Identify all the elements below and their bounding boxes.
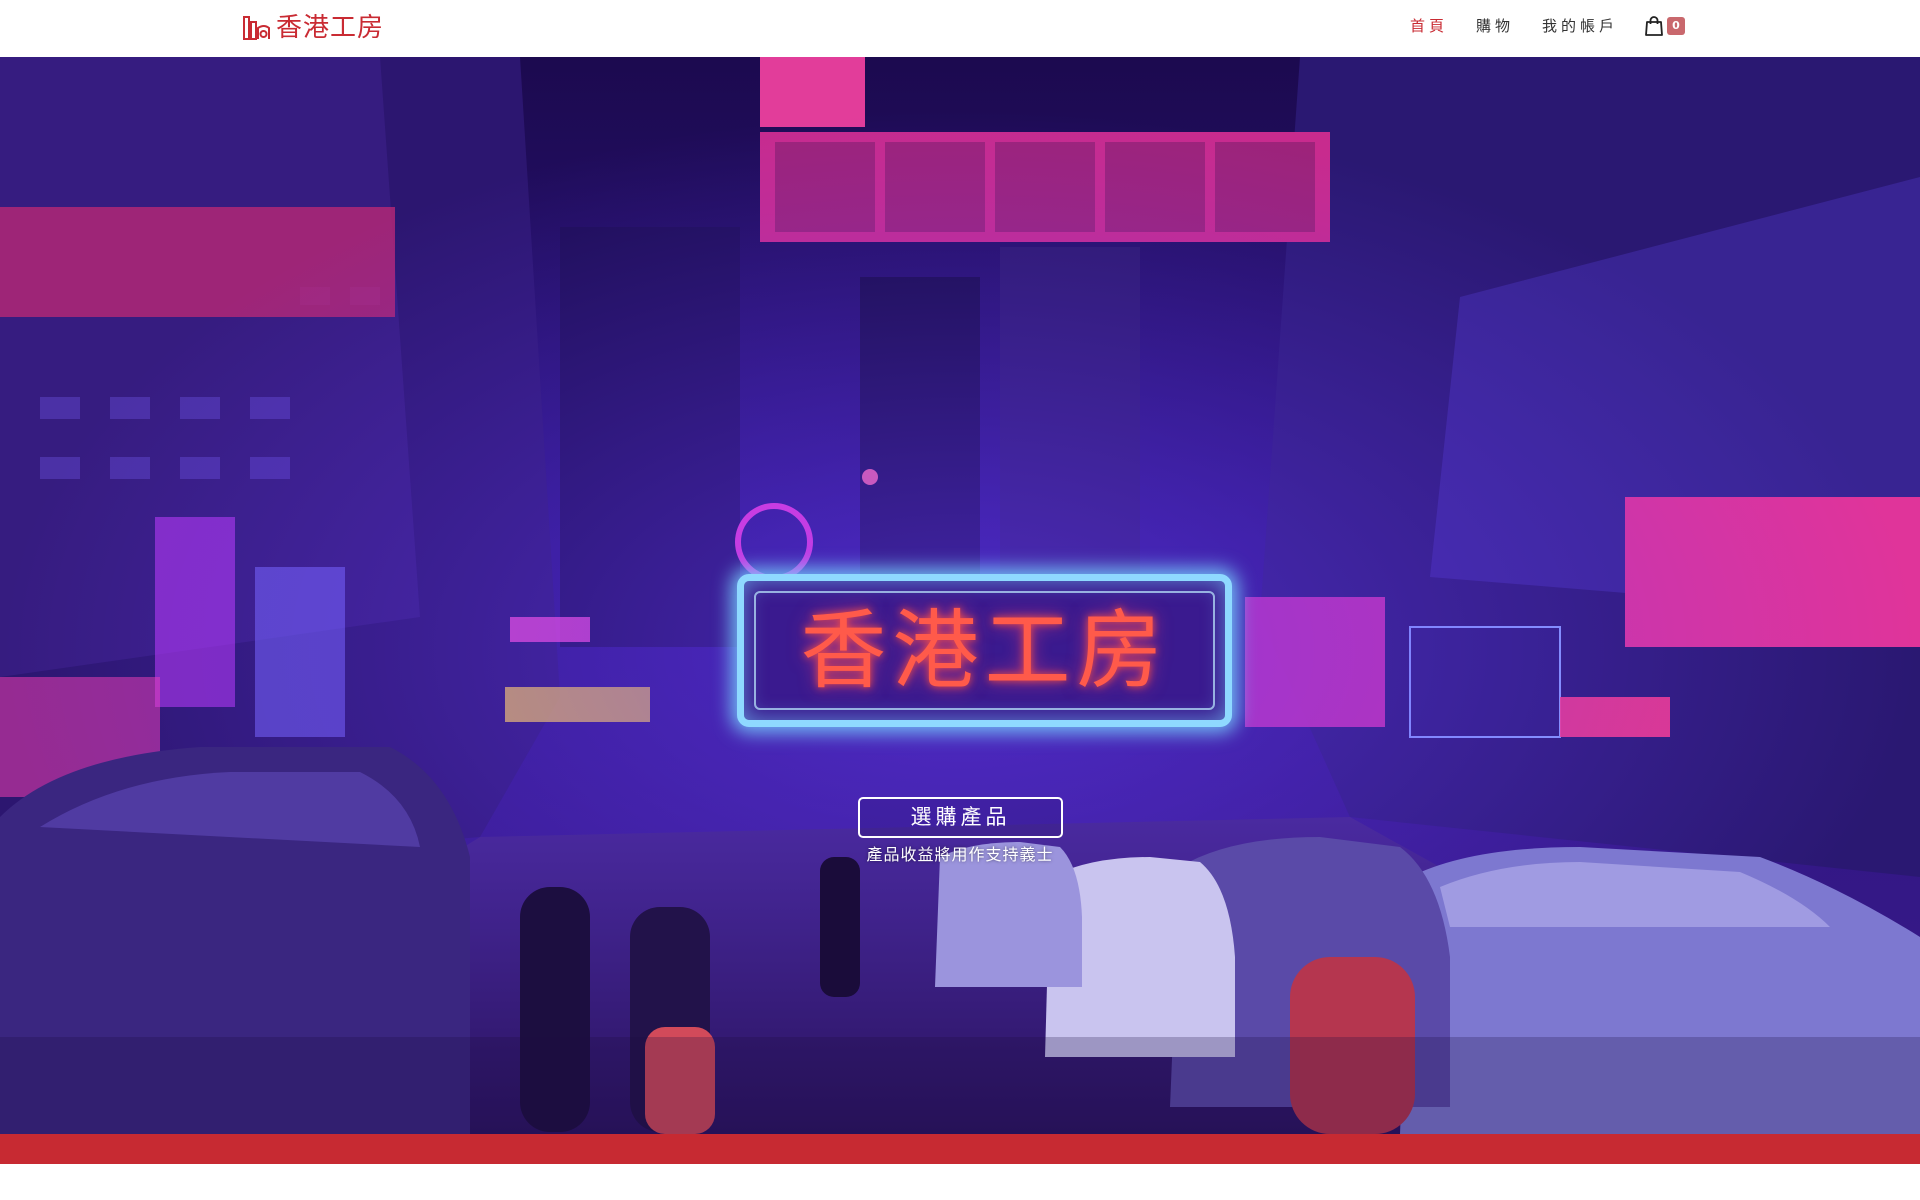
- nav-shop[interactable]: 購物: [1476, 12, 1514, 40]
- main-nav: 首頁 購物 我的帳戶 0: [1382, 12, 1685, 40]
- page-bottom-area: [0, 1164, 1920, 1200]
- footer-red-band: [0, 1134, 1920, 1164]
- cart-count-badge: 0: [1667, 17, 1685, 35]
- site-header: 香港工房 首頁 購物 我的帳戶 0: [0, 0, 1920, 57]
- hero-sign-text: 香港工房: [800, 600, 1169, 701]
- cart-button[interactable]: 0: [1644, 15, 1685, 37]
- logo-text: 香港工房: [276, 13, 385, 43]
- hero-banner: 香港工房 選購產品 產品收益將用作支持義士: [0, 57, 1920, 1134]
- nav-my-account[interactable]: 我的帳戶: [1542, 12, 1618, 40]
- shopping-bag-icon: [1645, 16, 1663, 36]
- nav-home[interactable]: 首頁: [1410, 12, 1448, 40]
- hero-neon-sign: 香港工房: [737, 574, 1232, 727]
- shop-products-button[interactable]: 選購產品: [858, 797, 1063, 838]
- logo-mark-icon: [243, 16, 270, 40]
- site-logo[interactable]: 香港工房: [242, 11, 384, 45]
- hero-subtext: 產品收益將用作支持義士: [866, 845, 1054, 864]
